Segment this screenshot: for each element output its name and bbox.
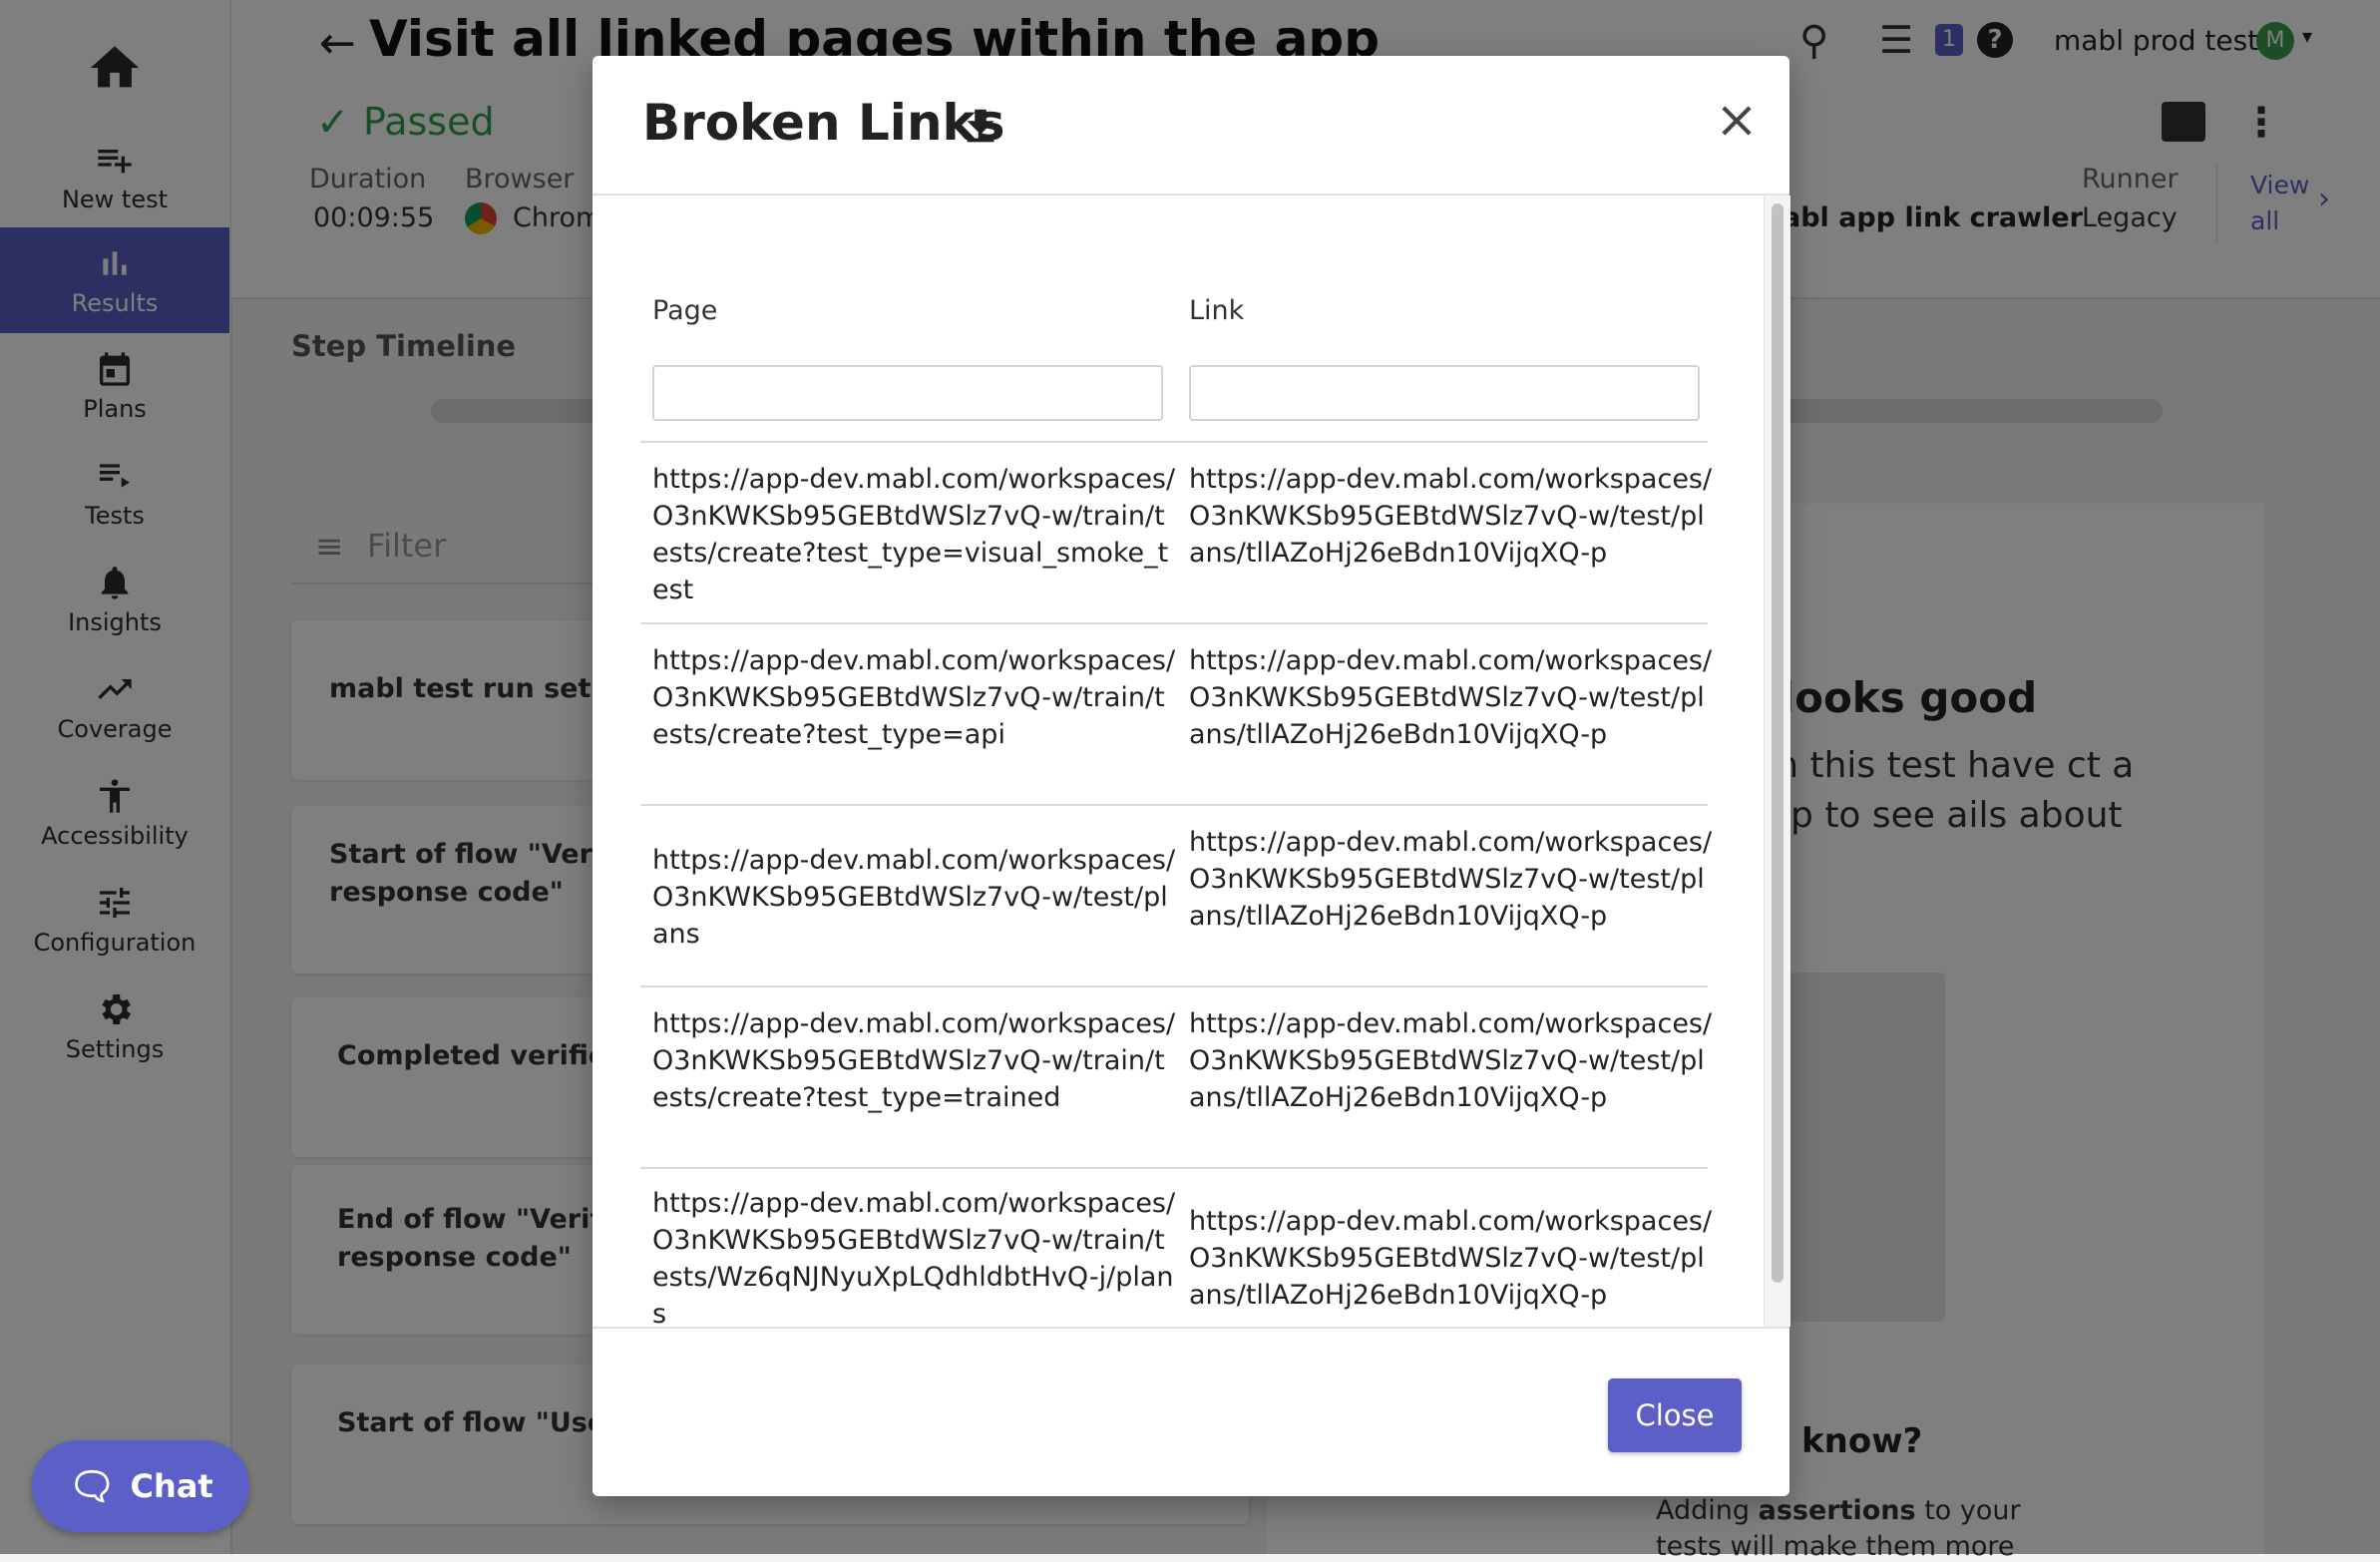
link-cell[interactable]: https://app-dev.mabl.com/workspaces/O3nK… <box>1189 1005 1713 1116</box>
link-cell[interactable]: https://app-dev.mabl.com/workspaces/O3nK… <box>1189 642 1713 753</box>
column-header-link[interactable]: Link <box>1189 295 1244 326</box>
dialog-title: Broken Links <box>642 94 1005 152</box>
chat-button[interactable]: 🗨 Chat <box>32 1440 249 1532</box>
dialog-header: Broken Links <box>593 56 1789 195</box>
broken-links-dialog: Broken Links Page Link https://app-dev.m… <box>593 56 1790 1498</box>
table-row: https://app-dev.mabl.com/workspaces/O3nK… <box>640 441 1712 622</box>
chat-bubble-icon: 🗨 <box>68 1463 117 1508</box>
page-filter-input[interactable] <box>652 365 1163 421</box>
page-cell[interactable]: https://app-dev.mabl.com/workspaces/O3nK… <box>652 842 1176 953</box>
page-cell[interactable]: https://app-dev.mabl.com/workspaces/O3nK… <box>652 461 1176 608</box>
table-row: https://app-dev.mabl.com/workspaces/O3nK… <box>640 622 1712 804</box>
scrollbar-thumb[interactable] <box>1772 203 1784 1283</box>
column-header-page[interactable]: Page <box>652 295 717 326</box>
link-cell[interactable]: https://app-dev.mabl.com/workspaces/O3nK… <box>1189 824 1713 935</box>
table-row: https://app-dev.mabl.com/workspaces/O3nK… <box>640 1167 1712 1327</box>
page-cell[interactable]: https://app-dev.mabl.com/workspaces/O3nK… <box>652 1185 1176 1327</box>
table-row: https://app-dev.mabl.com/workspaces/O3nK… <box>640 985 1712 1167</box>
chat-label: Chat <box>130 1467 213 1505</box>
page-cell[interactable]: https://app-dev.mabl.com/workspaces/O3nK… <box>652 1005 1176 1116</box>
link-filter-input[interactable] <box>1189 365 1700 421</box>
table-row: https://app-dev.mabl.com/workspaces/O3nK… <box>640 804 1712 985</box>
dialog-body[interactable]: Page Link https://app-dev.mabl.com/works… <box>593 195 1765 1327</box>
link-cell[interactable]: https://app-dev.mabl.com/workspaces/O3nK… <box>1189 1203 1713 1314</box>
download-icon[interactable] <box>958 104 1003 150</box>
link-cell[interactable]: https://app-dev.mabl.com/workspaces/O3nK… <box>1189 461 1713 572</box>
page-cell[interactable]: https://app-dev.mabl.com/workspaces/O3nK… <box>652 642 1176 753</box>
close-button[interactable]: Close <box>1608 1378 1742 1452</box>
close-icon[interactable] <box>1712 96 1762 146</box>
dialog-footer: Close <box>593 1327 1789 1498</box>
